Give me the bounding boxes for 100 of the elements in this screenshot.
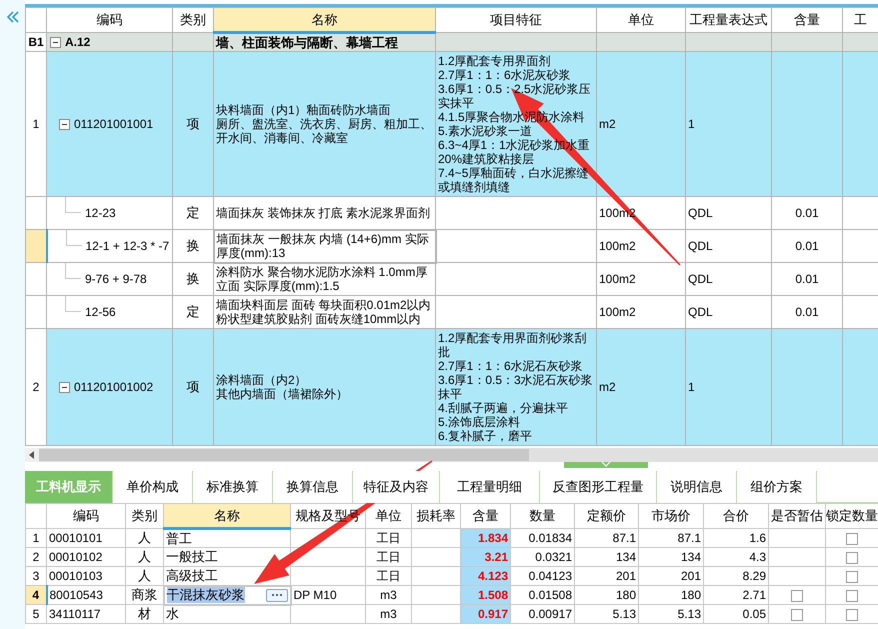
item-name: 涂料墙面（内2） bbox=[216, 373, 307, 387]
item-type: 项 bbox=[186, 116, 200, 132]
row-number: 1 bbox=[32, 531, 40, 545]
total-price: 2.71 bbox=[742, 588, 766, 602]
content-value: 0.01 bbox=[795, 206, 819, 220]
market-price: 180 bbox=[680, 588, 701, 602]
tree-line bbox=[66, 230, 82, 246]
item-code: 9-76 + 9-78 bbox=[85, 272, 147, 286]
tree-line bbox=[65, 296, 81, 312]
checkbox[interactable] bbox=[846, 570, 858, 583]
checkbox[interactable] bbox=[846, 532, 858, 545]
market-price: 5.13 bbox=[678, 607, 701, 621]
checkbox[interactable] bbox=[791, 608, 803, 621]
column-header[interactable]: 名称 bbox=[312, 12, 338, 27]
quantity-expression: 1 bbox=[688, 117, 695, 131]
scroll-left-icon[interactable] bbox=[29, 451, 35, 459]
quantity-value: 0.01834 bbox=[528, 531, 572, 545]
collapse-icon[interactable] bbox=[59, 382, 70, 392]
tab[interactable]: 换算信息 bbox=[273, 471, 353, 503]
unit-text: 工日 bbox=[376, 550, 400, 564]
tree-line bbox=[65, 197, 81, 213]
quantity-expression: QDL bbox=[688, 239, 713, 253]
row-number: 3 bbox=[32, 569, 40, 583]
material-name: 高级技工 bbox=[166, 568, 218, 583]
market-price: 201 bbox=[680, 569, 701, 583]
checkbox[interactable] bbox=[846, 590, 858, 602]
material-name: 一般技工 bbox=[166, 549, 218, 564]
material-type: 人 bbox=[138, 568, 151, 583]
item-code: 12-1 + 12-3 * -7 bbox=[86, 239, 170, 253]
column-header[interactable]: 编码 bbox=[96, 12, 122, 28]
item-code: 12-56 bbox=[85, 305, 116, 319]
row-number: 2 bbox=[32, 380, 40, 394]
collapse-icon[interactable] bbox=[59, 118, 70, 130]
row-number: 4 bbox=[32, 588, 40, 602]
content-value: 0.917 bbox=[478, 607, 508, 621]
material-type: 材 bbox=[138, 606, 151, 621]
item-features: 1.2厚配套专用界面剂砂浆刮批 2.7厚1：1：6水泥石灰砂浆 3.6厚1：0.5：3水泥石灰砂浆抹平 4.刮腻子两遍，分遍抹平 5.涂饰底层涂料 6.复补腻子，磨平 bbox=[438, 331, 594, 443]
content-value: 3.21 bbox=[484, 550, 508, 564]
item-name: 块料墙面（内1）釉面砖防水墙面 bbox=[216, 103, 391, 117]
tab[interactable]: 单价构成 bbox=[113, 471, 193, 503]
item-type: 定 bbox=[186, 304, 200, 320]
unit-text: 100m2 bbox=[599, 272, 636, 286]
material-code: 34110117 bbox=[49, 607, 101, 621]
material-code: 00010101 bbox=[49, 531, 102, 545]
checkbox[interactable] bbox=[846, 552, 858, 564]
content-value: 4.123 bbox=[478, 569, 508, 583]
tab[interactable]: 组价方案 bbox=[737, 471, 817, 503]
quantity-value: 0.01508 bbox=[528, 588, 572, 602]
item-type: 换 bbox=[186, 271, 200, 286]
material-name: 普工 bbox=[166, 530, 192, 546]
column-header[interactable]: 单位 bbox=[628, 12, 654, 28]
panel-splitter-handle[interactable] bbox=[564, 462, 648, 468]
quantity-value: 0.00917 bbox=[528, 607, 572, 621]
unit-text: m3 bbox=[380, 607, 397, 621]
quantity-expression: QDL bbox=[688, 206, 713, 220]
unit-text: 工日 bbox=[376, 531, 400, 545]
item-name: 墙、柱面装饰与隔断、幕墙工程 bbox=[216, 36, 398, 50]
row-number: 5 bbox=[32, 607, 40, 621]
unit-text: 100m2 bbox=[599, 305, 636, 319]
total-price: 8.29 bbox=[742, 569, 766, 583]
quota-price: 87.1 bbox=[612, 531, 636, 545]
quantity-expression: QDL bbox=[688, 305, 713, 319]
tab[interactable]: 标准换算 bbox=[193, 471, 273, 503]
content-value: 1.834 bbox=[478, 531, 508, 545]
market-price: 134 bbox=[680, 550, 701, 564]
unit-text: 工日 bbox=[376, 569, 400, 583]
item-name: 其他内墙面（墙裙除外） bbox=[216, 387, 348, 401]
checkbox[interactable] bbox=[791, 590, 803, 602]
unit-text: m2 bbox=[599, 117, 616, 131]
content-value: 0.01 bbox=[795, 239, 819, 253]
content-value: 0.01 bbox=[795, 305, 819, 319]
item-name: 厕所、盥洗室、洗衣房、厨房、粗加工、开水间、消毒间、冷藏室 bbox=[216, 117, 433, 145]
tab[interactable]: 工程量明细 bbox=[440, 471, 540, 503]
quota-price: 134 bbox=[616, 550, 636, 564]
checkbox[interactable] bbox=[846, 608, 858, 621]
material-code: 00010102 bbox=[49, 550, 102, 564]
item-name: 涂料防水 聚合物水泥防水涂料 1.0mm厚立面 实际厚度(mm):1.5 bbox=[216, 265, 428, 294]
quantity-expression: 1 bbox=[688, 380, 695, 394]
quota-price: 180 bbox=[616, 588, 636, 602]
item-type: 定 bbox=[186, 205, 200, 220]
collapse-left-icon[interactable] bbox=[6, 10, 20, 24]
horizontal-scrollbar[interactable] bbox=[25, 448, 878, 462]
row-number: 2 bbox=[32, 550, 40, 564]
quota-price: 201 bbox=[616, 569, 636, 583]
unit-text: m2 bbox=[599, 380, 616, 394]
material-name: 水 bbox=[166, 606, 179, 622]
quantity-expression: QDL bbox=[688, 272, 713, 286]
content-value: 0.01 bbox=[795, 272, 819, 286]
quantity-value: 0.0321 bbox=[535, 550, 572, 564]
collapse-icon[interactable] bbox=[50, 36, 61, 48]
tab[interactable]: 特征及内容 bbox=[353, 471, 440, 503]
total-price: 0.05 bbox=[742, 607, 766, 621]
tab[interactable]: 反查图形工程量 bbox=[540, 471, 657, 503]
column-header[interactable]: 名称 bbox=[214, 508, 240, 523]
tree-line bbox=[65, 263, 81, 279]
content-value: 1.508 bbox=[478, 588, 508, 602]
quota-price: 5.13 bbox=[612, 607, 636, 621]
row-number: 1 bbox=[32, 117, 40, 131]
tab[interactable]: 说明信息 bbox=[657, 471, 737, 503]
material-code: 80010543 bbox=[50, 588, 103, 602]
